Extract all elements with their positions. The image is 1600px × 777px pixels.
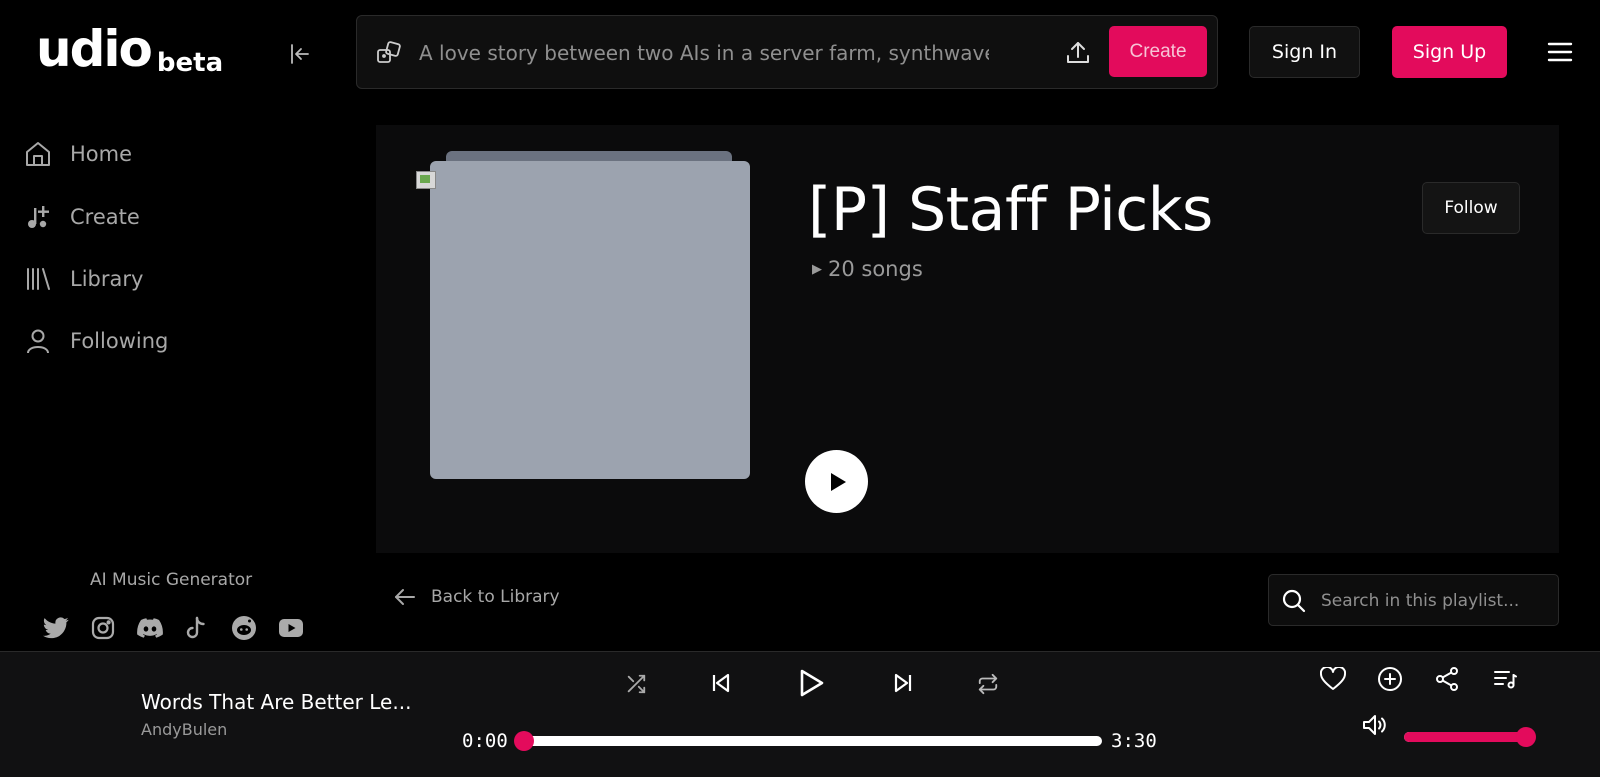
tiktok-icon[interactable] — [183, 614, 210, 641]
library-icon — [24, 265, 52, 293]
instagram-icon[interactable] — [89, 614, 116, 641]
prompt-input[interactable] — [419, 38, 989, 68]
progress-bar[interactable] — [514, 731, 1102, 751]
broken-image-icon — [416, 171, 436, 189]
back-to-library-link[interactable]: Back to Library — [393, 585, 560, 609]
play-track-icon[interactable] — [793, 665, 829, 701]
play-playlist-button[interactable] — [805, 450, 868, 513]
volume-slider[interactable] — [1404, 727, 1536, 747]
sidebar-item-home[interactable]: Home — [24, 134, 132, 174]
play-icon — [830, 472, 846, 491]
prompt-bar: Create — [356, 15, 1218, 89]
sidebar-tagline: AI Music Generator — [90, 570, 253, 590]
song-count-toggle[interactable]: ▶ 20 songs — [812, 257, 923, 281]
shuffle-icon[interactable] — [622, 670, 650, 698]
home-icon — [24, 140, 52, 168]
collapse-sidebar-icon[interactable] — [286, 40, 314, 68]
sidebar-item-label: Home — [70, 142, 133, 166]
add-to-playlist-icon[interactable] — [1375, 664, 1405, 694]
udio-logo[interactable]: udio beta — [36, 20, 224, 78]
sidebar-item-label: Library — [70, 267, 144, 291]
current-time: 0:00 — [462, 730, 508, 752]
repeat-icon[interactable] — [974, 670, 1002, 698]
sidebar-item-following[interactable]: Following — [24, 321, 168, 361]
volume-icon[interactable] — [1360, 710, 1390, 740]
hamburger-menu-icon[interactable] — [1546, 38, 1574, 66]
sign-up-button[interactable]: Sign Up — [1392, 26, 1507, 78]
sidebar-item-label: Create — [70, 205, 140, 229]
share-icon[interactable] — [1432, 664, 1462, 694]
logo-beta-tag: beta — [156, 48, 224, 78]
sidebar-item-create[interactable]: Create — [24, 197, 140, 237]
volume-fill — [1404, 732, 1526, 742]
player-bar: Words That Are Better Le... AndyBulen 0:… — [0, 651, 1600, 777]
user-icon — [24, 327, 52, 355]
upload-icon[interactable] — [1063, 38, 1093, 68]
total-time: 3:30 — [1111, 730, 1157, 752]
playlist-title: [P] Staff Picks — [808, 175, 1213, 245]
sidebar-item-library[interactable]: Library — [24, 259, 143, 299]
previous-track-icon[interactable] — [706, 668, 736, 698]
logo-wordmark: udio — [36, 20, 153, 78]
youtube-icon[interactable] — [277, 614, 304, 641]
progress-knob[interactable] — [514, 731, 534, 751]
queue-icon[interactable] — [1490, 664, 1520, 694]
discord-icon[interactable] — [136, 614, 163, 641]
playlist-cover[interactable] — [430, 161, 750, 479]
heart-icon[interactable] — [1318, 664, 1348, 694]
caret-right-icon: ▶ — [812, 261, 822, 277]
social-links — [42, 614, 304, 641]
playlist-hero: [P] Staff Picks ▶ 20 songs Follow — [376, 125, 1559, 553]
playlist-search — [1268, 574, 1559, 626]
music-plus-icon — [24, 203, 52, 231]
arrow-left-icon — [393, 585, 417, 609]
twitter-icon[interactable] — [42, 614, 69, 641]
reddit-icon[interactable] — [230, 614, 257, 641]
back-to-library-label: Back to Library — [431, 587, 560, 607]
search-icon — [1281, 588, 1307, 614]
dice-icon[interactable] — [375, 39, 403, 67]
sign-in-button[interactable]: Sign In — [1249, 26, 1360, 78]
create-button[interactable]: Create — [1109, 26, 1207, 77]
next-track-icon[interactable] — [888, 668, 918, 698]
playlist-search-input[interactable] — [1321, 588, 1543, 614]
track-title[interactable]: Words That Are Better Le... — [141, 690, 411, 714]
sidebar-item-label: Following — [70, 329, 169, 353]
follow-button[interactable]: Follow — [1422, 182, 1520, 234]
track-artist[interactable]: AndyBulen — [141, 720, 227, 739]
volume-knob[interactable] — [1516, 727, 1536, 747]
song-count-label: 20 songs — [828, 257, 923, 281]
